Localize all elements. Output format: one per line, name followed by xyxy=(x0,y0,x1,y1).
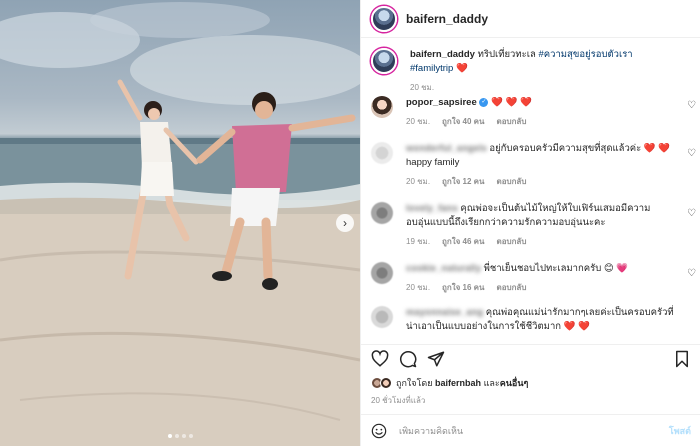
author-username[interactable]: baifern_daddy xyxy=(406,12,488,26)
commenter-avatar[interactable] xyxy=(371,306,393,328)
commenter-avatar[interactable] xyxy=(371,202,393,224)
bookmark-icon[interactable] xyxy=(673,350,691,368)
post-header: baifern_daddy xyxy=(361,0,700,38)
caption-heart-emoji: ❤️ xyxy=(455,63,468,74)
post-photo[interactable]: › xyxy=(0,0,360,446)
hashtag-link[interactable]: #ความสุขอยู่รอบตัวเรา xyxy=(538,49,632,60)
commenter-username[interactable]: cookie_naturally xyxy=(406,262,481,276)
comment-item: lovely_fans คุณพ่อจะเป็นต้นไม้ใหญ่ให้ใบเ… xyxy=(371,202,696,249)
post-comment-button[interactable]: โพสต์ xyxy=(669,424,691,438)
caption-text: ทริปเที่ยวทะเล xyxy=(477,49,536,60)
hashtag-link[interactable]: #familytrip xyxy=(410,63,453,74)
comment-text: พี่ชาเย็นชอบไปทะเลมากครับ 😊 💗 xyxy=(483,263,629,274)
carousel-dot xyxy=(167,434,172,438)
commenter-username[interactable]: popor_sapsiree xyxy=(406,97,477,108)
post-side-panel: baifern_daddy baifern_daddy ทริปเที่ยวทะ… xyxy=(360,0,700,446)
carousel-dots xyxy=(0,434,360,438)
comment-like-count[interactable]: ถูกใจ 16 คน xyxy=(442,281,484,295)
caption-avatar[interactable] xyxy=(371,48,397,74)
comment-time[interactable]: 20 ชม. xyxy=(406,115,430,129)
chevron-right-icon: › xyxy=(343,216,347,230)
liked-by[interactable]: ถูกใจโดย baifernbah และคนอื่นๆ xyxy=(371,376,528,390)
like-comment-heart-icon[interactable]: ♡ xyxy=(687,100,696,111)
beach-photo-illustration xyxy=(0,2,360,446)
carousel-dot xyxy=(174,434,179,438)
commenter-avatar[interactable] xyxy=(371,142,393,164)
next-slide-button[interactable]: › xyxy=(336,214,354,232)
reply-button[interactable]: ตอบกลับ xyxy=(497,281,527,295)
liked-by-others[interactable]: คนอื่นๆ xyxy=(500,378,529,388)
instagram-post-viewer: › baifern_daddy baifern_daddy ทริปเที่ยว… xyxy=(0,0,700,446)
reply-button[interactable]: ตอบกลับ xyxy=(497,115,527,129)
caption-username[interactable]: baifern_daddy xyxy=(410,49,475,60)
send-icon[interactable] xyxy=(427,350,445,368)
comment-like-count[interactable]: ถูกใจ 40 คน xyxy=(442,115,484,129)
reply-button[interactable]: ตอบกลับ xyxy=(497,175,527,189)
comment-icon[interactable] xyxy=(399,350,417,368)
carousel-dot xyxy=(188,434,193,438)
like-comment-heart-icon[interactable]: ♡ xyxy=(687,268,696,279)
comment-time[interactable]: 19 ชม. xyxy=(406,235,430,249)
comment-time[interactable]: 20 ชม. xyxy=(406,281,430,295)
caption: baifern_daddy ทริปเที่ยวทะเล #ความสุขอยู… xyxy=(371,48,696,95)
comment-text: ❤️ ❤️ ❤️ xyxy=(491,97,532,108)
author-avatar[interactable] xyxy=(371,5,397,32)
liked-by-user[interactable]: baifernbah xyxy=(435,378,481,388)
reply-button[interactable]: ตอบกลับ xyxy=(497,235,527,249)
post-time-ago[interactable]: 20 ชั่วโมงที่แล้ว xyxy=(371,394,425,407)
like-comment-heart-icon[interactable]: ♡ xyxy=(687,208,696,219)
commenter-avatar[interactable] xyxy=(371,96,393,118)
heart-icon[interactable] xyxy=(371,350,389,368)
comment-input[interactable] xyxy=(399,425,659,436)
comments-list[interactable]: baifern_daddy ทริปเที่ยวทะเล #ความสุขอยู… xyxy=(361,38,700,344)
comment-item: wonderful_angels อยู่กับครอบครัวมีความสุ… xyxy=(371,142,696,189)
liked-by-prefix: ถูกใจโดย xyxy=(396,378,433,388)
comment-like-count[interactable]: ถูกใจ 46 คน xyxy=(442,235,484,249)
commenter-username[interactable]: mayonnaise_ang xyxy=(406,306,483,320)
carousel-dot xyxy=(181,434,186,438)
liker-avatar xyxy=(380,377,392,389)
comment-item: popor_sapsiree ✓ ❤️ ❤️ ❤️ 20 ชม. ถูกใจ 4… xyxy=(371,96,696,129)
commenter-avatar[interactable] xyxy=(371,262,393,284)
comment-item: cookie_naturally พี่ชาเย็นชอบไปทะเลมากคร… xyxy=(371,262,696,295)
caption-time[interactable]: 20 ชม. xyxy=(410,81,434,95)
verified-badge-icon: ✓ xyxy=(479,97,489,107)
comment-time[interactable]: 20 ชม. xyxy=(406,175,430,189)
emoji-icon[interactable] xyxy=(371,423,387,439)
commenter-username[interactable]: lovely_fans xyxy=(406,202,458,216)
comment-composer: โพสต์ xyxy=(361,414,700,446)
post-action-bar xyxy=(361,344,700,372)
comment-like-count[interactable]: ถูกใจ 12 คน xyxy=(442,175,484,189)
liked-by-joiner: และ xyxy=(483,378,500,388)
commenter-username[interactable]: wonderful_angels xyxy=(406,142,487,156)
like-comment-heart-icon[interactable]: ♡ xyxy=(687,148,696,159)
comment-item: mayonnaise_ang คุณพ่อคุณแม่น่ารักมากๆเลย… xyxy=(371,306,696,334)
